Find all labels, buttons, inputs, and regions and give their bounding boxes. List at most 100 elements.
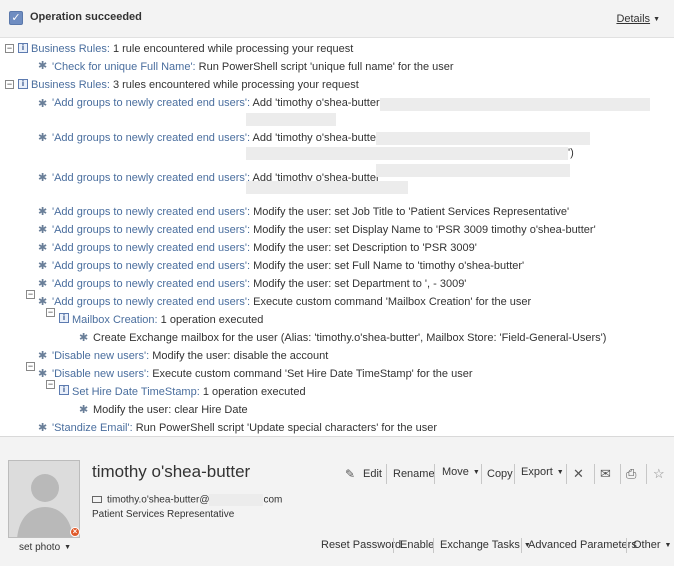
rule-gear-icon: ✱ xyxy=(38,260,48,272)
other-label: Other xyxy=(633,539,661,551)
rule-action: Modify the user: disable the account xyxy=(152,350,329,362)
chevron-down-icon: ▼ xyxy=(664,542,672,549)
rule-action: Execute custom command 'Mailbox Creation… xyxy=(253,296,532,308)
log-item: 'Add groups to newly created end users':… xyxy=(52,222,596,238)
delete-icon[interactable]: ✕ xyxy=(573,465,584,483)
rule-gear-icon: ✱ xyxy=(38,132,48,144)
exchange-tasks-label: Exchange Tasks xyxy=(440,539,520,551)
rule-name: 'Add groups to newly created end users': xyxy=(52,242,251,254)
move-menu-button[interactable]: Move ▼ xyxy=(442,463,480,481)
operation-result-header: ✓ Operation succeeded Details ▼ xyxy=(0,0,674,38)
collapse-toggle-icon[interactable]: − xyxy=(5,80,14,89)
redacted-block xyxy=(376,132,590,145)
rule-action: Modify the user: set Description to 'PSR… xyxy=(253,242,477,254)
rule-action: Modify the user: set Department to ', - … xyxy=(253,278,467,290)
avatar-silhouette-icon xyxy=(17,474,73,537)
redacted-block xyxy=(246,113,336,126)
reset-password-button[interactable]: Reset Password xyxy=(321,538,401,552)
chevron-down-icon: ▼ xyxy=(64,544,72,551)
other-menu[interactable]: Other ▼ xyxy=(633,538,671,552)
log-group-mailbox-creation: Mailbox Creation: 1 operation executed xyxy=(72,312,263,328)
log-item: Create Exchange mailbox for the user (Al… xyxy=(93,332,607,344)
details-link[interactable]: Details ▼ xyxy=(616,13,660,25)
rule-name: 'Add groups to newly created end users': xyxy=(52,97,251,109)
log-group-set-hire-date: Set Hire Date TimeStamp: 1 operation exe… xyxy=(72,384,306,400)
export-label: Export xyxy=(521,466,553,478)
user-card: × set photo ▼ timothy o'shea-butter timot… xyxy=(0,450,674,566)
group-summary: 3 rules encountered while processing you… xyxy=(112,79,359,91)
rule-name: 'Check for unique Full Name': xyxy=(52,61,196,73)
log-item: 'Add groups to newly created end users':… xyxy=(52,204,569,220)
collapse-toggle-icon[interactable]: − xyxy=(26,290,35,299)
group-label: Mailbox Creation: xyxy=(72,314,158,326)
export-menu-button[interactable]: Export ▼ xyxy=(521,463,564,481)
redacted-block xyxy=(246,147,568,160)
rule-name: 'Add groups to newly created end users': xyxy=(52,206,251,218)
redacted-block xyxy=(376,164,570,177)
rule-action: Run PowerShell script 'Update special ch… xyxy=(135,422,438,434)
rule-action: Add 'timothy o'shea-butter ( xyxy=(252,97,387,109)
rule-name: 'Add groups to newly created end users': xyxy=(52,172,251,184)
collapse-toggle-icon[interactable]: − xyxy=(46,308,55,317)
rule-gear-icon: ✱ xyxy=(38,98,48,110)
toolbar-separator xyxy=(481,464,482,484)
user-display-name: timothy o'shea-butter xyxy=(92,462,251,481)
user-email[interactable]: timothy.o'shea-butter@ com xyxy=(92,494,282,506)
log-item: 'Add groups to newly created end users':… xyxy=(52,95,386,111)
group-summary: 1 rule encountered while processing your… xyxy=(112,43,354,55)
chevron-down-icon: ▼ xyxy=(472,469,480,476)
rule-action: Run PowerShell script 'unique full name'… xyxy=(198,61,454,73)
log-item: Modify the user: clear Hire Date xyxy=(93,404,248,416)
info-icon: i xyxy=(59,385,69,395)
operation-gear-icon: ✱ xyxy=(79,332,89,344)
set-photo-label: set photo xyxy=(19,542,61,553)
edit-icon[interactable]: ✎ xyxy=(345,465,355,483)
copy-button[interactable]: Copy xyxy=(487,465,513,483)
info-icon: i xyxy=(18,43,28,53)
mail-icon xyxy=(92,495,102,503)
operation-gear-icon: ✱ xyxy=(79,404,89,416)
rule-gear-icon: ✱ xyxy=(38,422,48,434)
log-item: 'Disable new users': Modify the user: di… xyxy=(52,348,328,364)
rule-name: 'Add groups to newly created end users': xyxy=(52,296,251,308)
toolbar-separator xyxy=(626,538,627,553)
advanced-parameters-button[interactable]: Advanced Parameters xyxy=(528,538,637,552)
rename-button[interactable]: Rename xyxy=(393,465,435,483)
chevron-down-icon: ▼ xyxy=(556,469,564,476)
user-photo[interactable] xyxy=(8,460,80,538)
collapse-toggle-icon[interactable]: − xyxy=(46,380,55,389)
group-label: Business Rules: xyxy=(31,43,110,55)
rule-name: 'Add groups to newly created end users': xyxy=(52,224,251,236)
details-label: Details xyxy=(616,13,651,25)
disabled-status-icon: × xyxy=(70,527,80,537)
log-item: 'Standize Email': Run PowerShell script … xyxy=(52,420,437,436)
enable-button[interactable]: Enable xyxy=(400,538,434,552)
info-icon: i xyxy=(18,79,28,89)
info-icon: i xyxy=(59,313,69,323)
log-item-tail: ') xyxy=(568,147,574,159)
rule-name: 'Add groups to newly created end users': xyxy=(52,132,251,144)
log-item: 'Add groups to newly created end users':… xyxy=(52,276,466,292)
edit-button[interactable]: Edit xyxy=(363,465,382,483)
group-summary: 1 operation executed xyxy=(160,314,264,326)
rule-gear-icon: ✱ xyxy=(38,60,48,72)
collapse-toggle-icon[interactable]: − xyxy=(26,362,35,371)
group-summary: 1 operation executed xyxy=(202,386,306,398)
exchange-tasks-menu[interactable]: Exchange Tasks ▼ xyxy=(440,538,531,552)
log-group-business-rules-2: Business Rules: 3 rules encountered whil… xyxy=(31,77,359,93)
rule-action: Modify the user: set Job Title to 'Patie… xyxy=(253,206,570,218)
favorite-star-icon[interactable]: ☆ xyxy=(653,465,665,483)
print-icon[interactable]: ⎙ xyxy=(626,465,636,483)
collapse-toggle-icon[interactable]: − xyxy=(5,44,14,53)
toolbar-separator xyxy=(521,538,522,553)
log-item: 'Disable new users': Execute custom comm… xyxy=(52,366,472,382)
rule-gear-icon: ✱ xyxy=(38,172,48,184)
set-photo-menu[interactable]: set photo ▼ xyxy=(19,542,71,553)
redacted-block xyxy=(209,494,264,506)
email-icon[interactable]: ✉ xyxy=(600,465,611,483)
rule-gear-icon: ✱ xyxy=(38,278,48,290)
toolbar-separator xyxy=(594,464,595,484)
rule-action: Modify the user: set Display Name to 'PS… xyxy=(253,224,596,236)
log-item: 'Check for unique Full Name': Run PowerS… xyxy=(52,59,454,75)
toolbar-separator xyxy=(620,464,621,484)
